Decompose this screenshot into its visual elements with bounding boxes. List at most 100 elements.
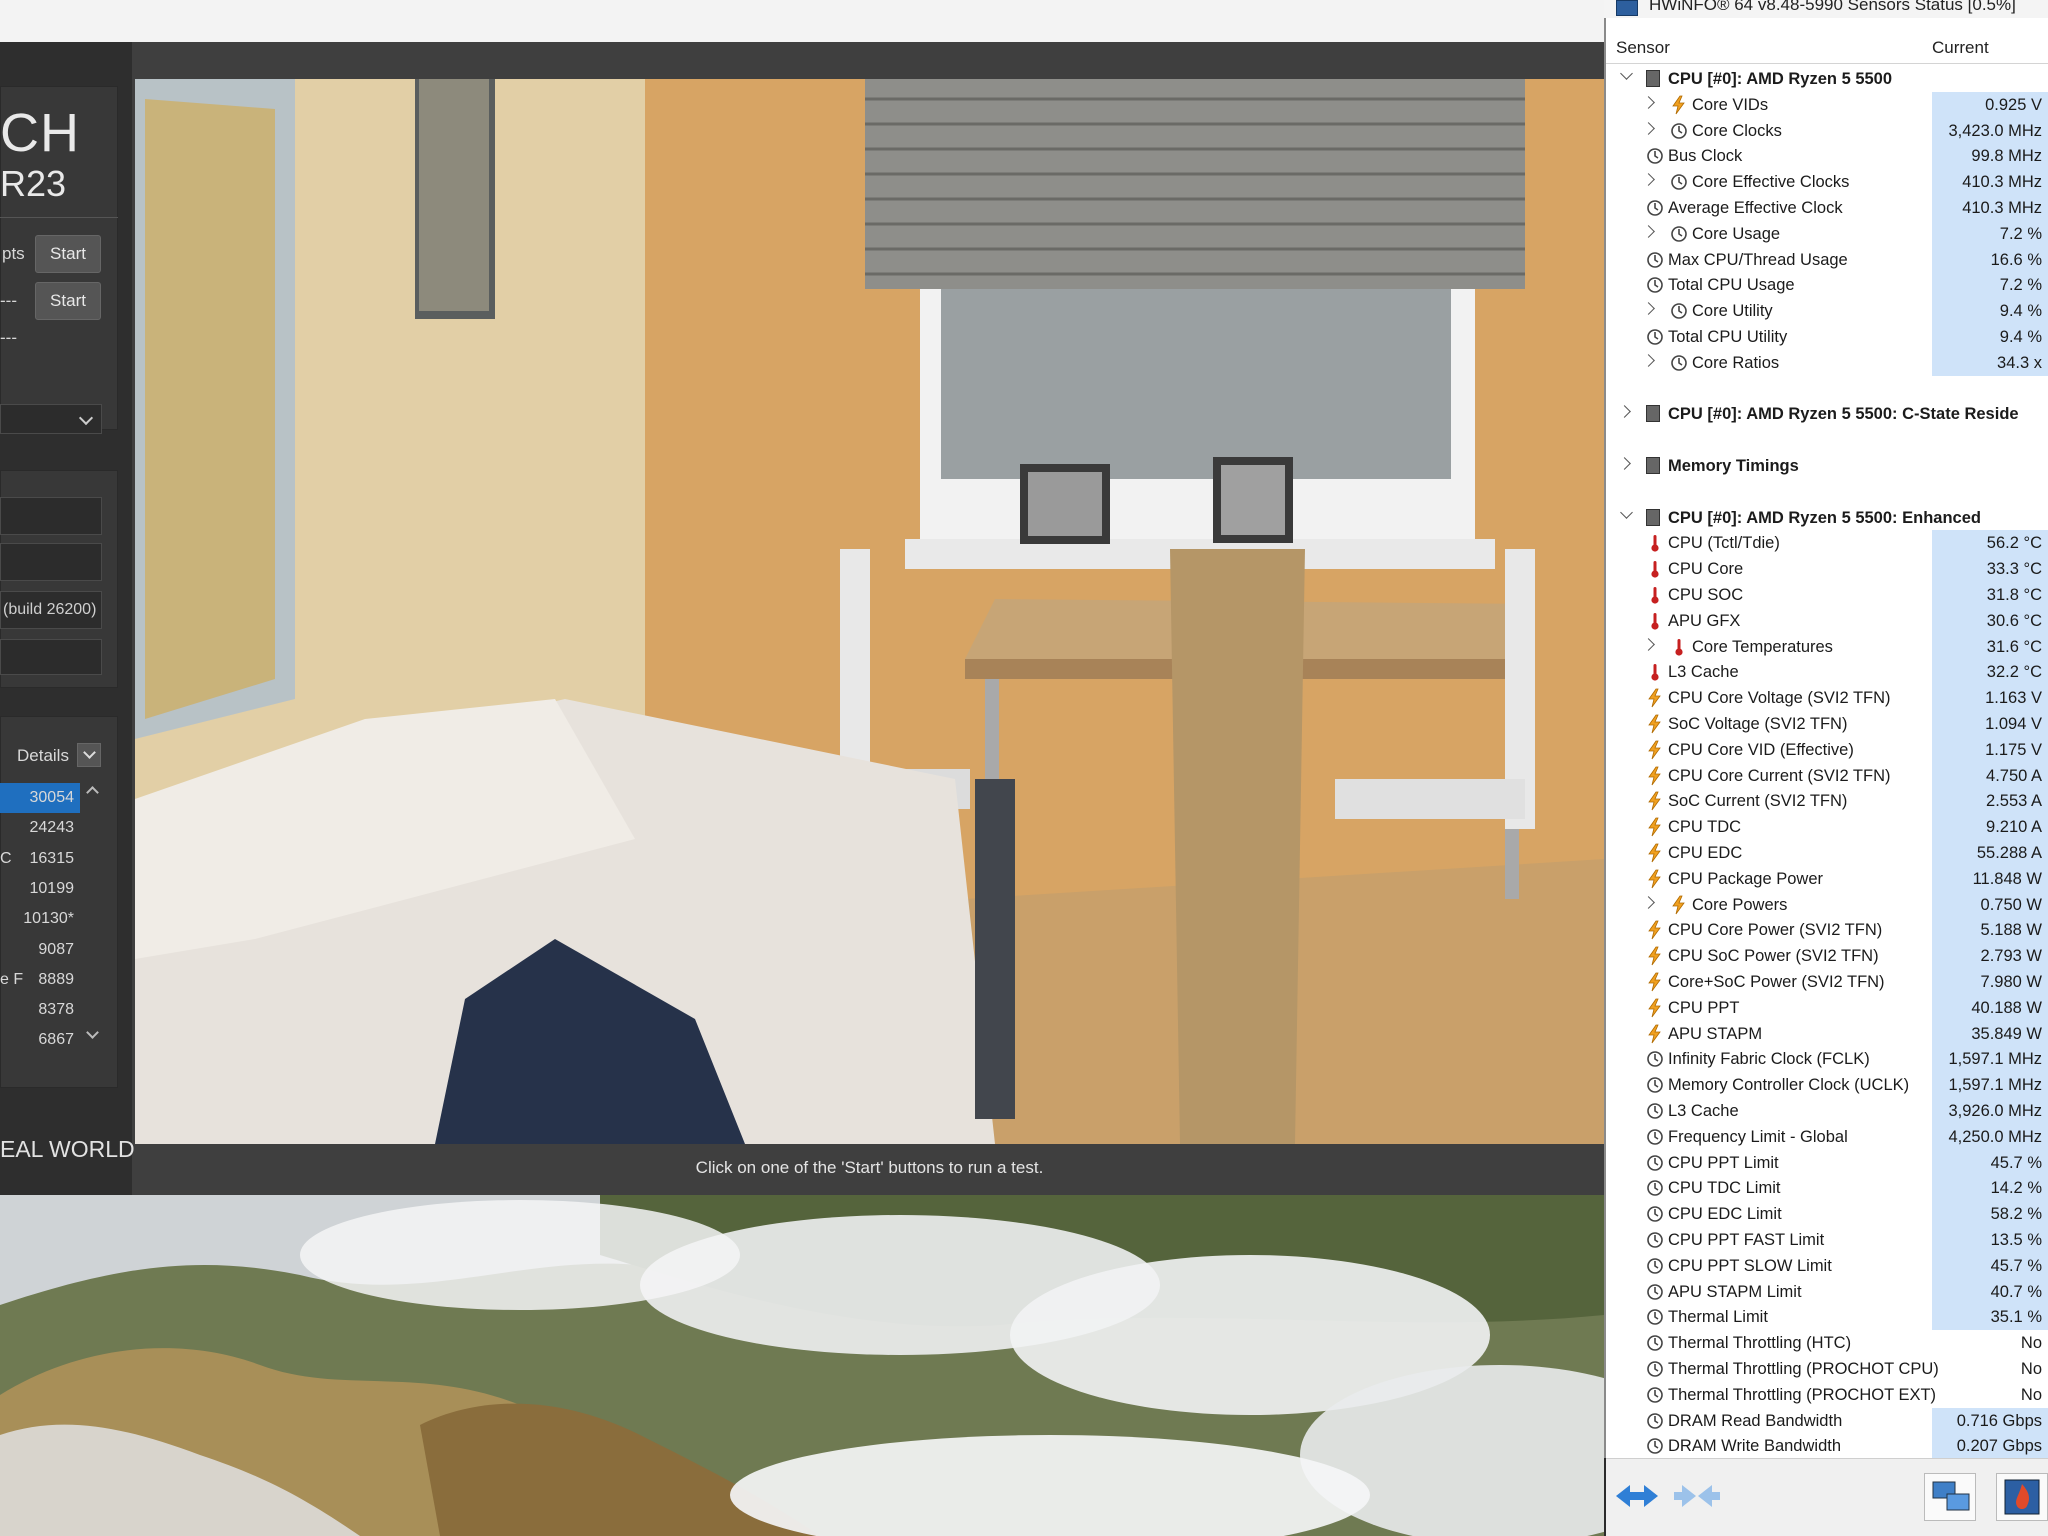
ranking-cpu-label: C xyxy=(0,849,12,867)
sensor-row[interactable]: Core Utility 9.4 % xyxy=(1606,298,2048,325)
sensor-row[interactable]: Thermal Throttling (PROCHOT CPU) No xyxy=(1606,1356,2048,1382)
sensor-row[interactable]: CPU Core Current (SVI2 TFN) 4.750 A xyxy=(1606,762,2048,789)
sensor-row[interactable]: Core Usage 7.2 % xyxy=(1606,220,2048,247)
sensor-row[interactable]: DRAM Read Bandwidth 0.716 Gbps xyxy=(1606,1407,2048,1434)
sensor-row[interactable]: CPU Package Power 11.848 W xyxy=(1606,865,2048,892)
sensor-row[interactable]: Core Clocks 3,423.0 MHz xyxy=(1606,117,2048,144)
sensor-row[interactable]: CPU Core Power (SVI2 TFN) 5.188 W xyxy=(1606,917,2048,944)
sensor-row[interactable]: CPU Core Voltage (SVI2 TFN) 1.163 V xyxy=(1606,685,2048,712)
sensor-row[interactable]: Core Powers 0.750 W xyxy=(1606,891,2048,918)
sensor-current-value: 34.3 x xyxy=(1932,349,2048,376)
sensor-row[interactable]: Total CPU Usage 7.2 % xyxy=(1606,272,2048,299)
chevron-right-icon[interactable] xyxy=(1642,302,1655,316)
test-options-dropdown[interactable] xyxy=(0,404,102,434)
sensor-row[interactable]: CPU PPT Limit 45.7 % xyxy=(1606,1149,2048,1176)
chevron-right-icon[interactable] xyxy=(1642,353,1655,367)
voltage-bolt-icon xyxy=(1646,920,1664,940)
sensor-row[interactable]: CPU SOC 31.8 °C xyxy=(1606,582,2048,608)
sensor-row[interactable]: CPU Core VID (Effective) 1.175 V xyxy=(1606,736,2048,763)
sensor-row[interactable]: APU STAPM Limit 40.7 % xyxy=(1606,1278,2048,1305)
sensor-row[interactable]: L3 Cache 3,926.0 MHz xyxy=(1606,1098,2048,1124)
ranking-row[interactable]: 8378 xyxy=(0,995,80,1025)
sensor-row[interactable]: Max CPU/Thread Usage 16.6 % xyxy=(1606,246,2048,273)
sensor-row[interactable]: CPU PPT SLOW Limit 45.7 % xyxy=(1606,1252,2048,1279)
sensor-row[interactable]: Average Effective Clock 410.3 MHz xyxy=(1606,195,2048,221)
sensor-group-row[interactable]: Memory Timings xyxy=(1606,453,2048,479)
ranking-row[interactable]: 6867 xyxy=(0,1025,80,1055)
chevron-right-icon[interactable] xyxy=(1642,173,1655,187)
ranking-row[interactable]: 24243 xyxy=(0,813,80,843)
chevron-right-icon[interactable] xyxy=(1642,637,1655,651)
sensor-row[interactable]: Thermal Limit 35.1 % xyxy=(1606,1304,2048,1331)
clock-icon xyxy=(1670,301,1688,321)
chevron-right-icon[interactable] xyxy=(1618,457,1631,470)
chevron-down-icon[interactable] xyxy=(1620,505,1633,519)
sensor-row[interactable]: Bus Clock 99.8 MHz xyxy=(1606,143,2048,170)
sensor-row[interactable]: CPU PPT 40.188 W xyxy=(1606,994,2048,1021)
column-header-sensor[interactable]: Sensor xyxy=(1616,38,1670,58)
sensor-row[interactable]: Core Temperatures 31.6 °C xyxy=(1606,633,2048,660)
ranking-row[interactable]: 10199 xyxy=(0,874,80,904)
sensor-row[interactable]: APU GFX 30.6 °C xyxy=(1606,607,2048,634)
sensor-current-value: 32.2 °C xyxy=(1932,659,2048,686)
chevron-right-icon[interactable] xyxy=(1642,95,1655,109)
sensor-label: APU GFX xyxy=(1668,611,1741,630)
ranking-score: 10199 xyxy=(29,879,75,897)
sensor-group-row[interactable]: CPU [#0]: AMD Ryzen 5 5500: Enhanced xyxy=(1606,505,2048,531)
sensor-row[interactable]: CPU TDC 9.210 A xyxy=(1606,814,2048,841)
sensor-row[interactable]: Frequency Limit - Global 4,250.0 MHz xyxy=(1606,1123,2048,1150)
sensor-label: Thermal Throttling (PROCHOT EXT) xyxy=(1668,1385,1937,1404)
ranking-row[interactable]: 9087 xyxy=(0,935,80,965)
chevron-right-icon[interactable] xyxy=(1618,405,1631,419)
sensor-row[interactable]: APU STAPM 35.849 W xyxy=(1606,1020,2048,1047)
sensor-row[interactable]: Thermal Throttling (PROCHOT EXT) No xyxy=(1606,1382,2048,1408)
ranking-row[interactable]: e F 8889 xyxy=(0,965,80,995)
chevron-right-icon[interactable] xyxy=(1642,895,1655,909)
ranking-row[interactable]: 10130* xyxy=(0,904,80,934)
sensor-row[interactable]: Core Ratios 34.3 x xyxy=(1606,349,2048,376)
column-header-current[interactable]: Current xyxy=(1932,38,1989,58)
sensor-row[interactable]: Core VIDs 0.925 V xyxy=(1606,91,2048,118)
sensor-row[interactable]: Thermal Throttling (HTC) No xyxy=(1606,1330,2048,1356)
sensor-row[interactable]: CPU EDC 55.288 A xyxy=(1606,840,2048,866)
ranking-row[interactable]: C 16315 xyxy=(0,844,80,874)
ranking-scrollbar[interactable] xyxy=(86,784,99,1044)
chevron-down-icon[interactable] xyxy=(1620,67,1633,80)
sensor-row[interactable]: DRAM Write Bandwidth 0.207 Gbps xyxy=(1606,1433,2048,1460)
sensor-row[interactable]: CPU PPT FAST Limit 13.5 % xyxy=(1606,1227,2048,1253)
clock-icon xyxy=(1646,1411,1664,1431)
sensor-group-row[interactable]: CPU [#0]: AMD Ryzen 5 5500 xyxy=(1606,66,2048,92)
sensor-current-value: 30.6 °C xyxy=(1932,607,2048,634)
single-core-start-button[interactable]: Start xyxy=(35,282,101,320)
sensor-current-value: 31.6 °C xyxy=(1932,633,2048,660)
sensor-row[interactable]: CPU TDC Limit 14.2 % xyxy=(1606,1175,2048,1202)
sensor-label: Thermal Limit xyxy=(1668,1308,1768,1327)
multi-core-start-button[interactable]: Start xyxy=(35,235,101,273)
sensor-row[interactable]: CPU (Tctl/Tdie) 56.2 °C xyxy=(1606,530,2048,557)
sensor-row[interactable]: SoC Current (SVI2 TFN) 2.553 A xyxy=(1606,788,2048,815)
sensor-row[interactable]: Total CPU Utility 9.4 % xyxy=(1606,324,2048,350)
sensor-row[interactable]: Core+SoC Power (SVI2 TFN) 7.980 W xyxy=(1606,969,2048,995)
sensor-row[interactable]: Memory Controller Clock (UCLK) 1,597.1 MH… xyxy=(1606,1072,2048,1099)
sensor-label: Core+SoC Power (SVI2 TFN) xyxy=(1668,973,1885,991)
sensor-label: CPU Package Power xyxy=(1668,869,1823,888)
sensor-current-value: 7.2 % xyxy=(1932,272,2048,299)
sensor-row[interactable]: CPU SoC Power (SVI2 TFN) 2.793 W xyxy=(1606,943,2048,970)
sensor-row[interactable]: Infinity Fabric Clock (FCLK) 1,597.1 MHz xyxy=(1606,1046,2048,1073)
ranking-row[interactable]: 30054 xyxy=(0,783,80,813)
expand-all-button[interactable] xyxy=(1612,1473,1662,1519)
sensor-group-row[interactable]: CPU [#0]: AMD Ryzen 5 5500: C-State Resi… xyxy=(1606,401,2048,427)
chevron-right-icon[interactable] xyxy=(1642,224,1655,238)
chevron-right-icon[interactable] xyxy=(1642,121,1655,135)
sensor-row[interactable]: CPU EDC Limit 58.2 % xyxy=(1606,1201,2048,1228)
collapse-all-button[interactable] xyxy=(1672,1473,1722,1519)
details-dropdown-button[interactable] xyxy=(77,743,101,767)
chevron-up-icon xyxy=(86,786,99,799)
sensor-row[interactable]: CPU Core 33.3 °C xyxy=(1606,556,2048,583)
sensor-label: CPU SoC Power (SVI2 TFN) xyxy=(1668,947,1879,966)
sensor-row[interactable]: Core Effective Clocks 410.3 MHz xyxy=(1606,169,2048,196)
network-sensors-button[interactable] xyxy=(1924,1473,1976,1521)
sensor-settings-button[interactable] xyxy=(1996,1473,2048,1521)
sensor-row[interactable]: L3 Cache 32.2 °C xyxy=(1606,659,2048,686)
sensor-row[interactable]: SoC Voltage (SVI2 TFN) 1.094 V xyxy=(1606,711,2048,737)
